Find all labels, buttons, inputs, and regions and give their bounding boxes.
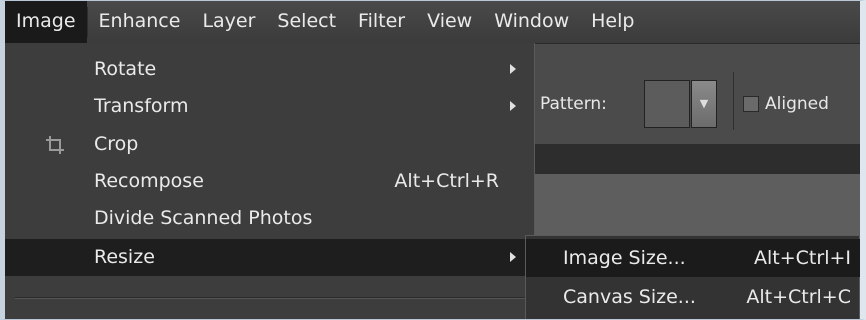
menu-enhance[interactable]: Enhance xyxy=(88,0,192,43)
pattern-swatch[interactable] xyxy=(644,80,690,128)
submenu-arrow-icon xyxy=(510,101,516,111)
menu-item-canvas-size[interactable]: Canvas Size... Alt+Ctrl+C xyxy=(526,278,861,316)
menu-select[interactable]: Select xyxy=(266,0,347,43)
aligned-label: Aligned xyxy=(765,94,829,114)
menu-item-label: Canvas Size... xyxy=(563,286,696,308)
options-divider xyxy=(733,72,734,130)
menu-separator xyxy=(15,297,525,299)
menu-item-label: Crop xyxy=(94,133,139,155)
menu-item-label: Rotate xyxy=(94,58,157,80)
menu-item-label: Resize xyxy=(94,246,155,268)
menu-item-label: Divide Scanned Photos xyxy=(94,207,313,229)
menu-filter[interactable]: Filter xyxy=(347,0,416,43)
shortcut-label: Alt+Ctrl+I xyxy=(754,247,851,269)
shortcut-label: Alt+Ctrl+R xyxy=(394,170,499,192)
submenu-arrow-icon xyxy=(510,64,516,74)
menu-item-divide-scanned-photos[interactable]: Divide Scanned Photos xyxy=(5,200,534,237)
image-menu-dropdown: Rotate Transform Crop Recompose Alt+Ctrl… xyxy=(5,43,535,320)
pattern-label: Pattern: xyxy=(540,94,607,114)
menu-item-label: Recompose xyxy=(94,170,204,192)
tool-options-bar: Pattern: ▼ Aligned xyxy=(535,44,860,144)
menu-item-label: Transform xyxy=(94,95,189,117)
menu-image[interactable]: Image xyxy=(5,0,87,43)
menu-item-recompose[interactable]: Recompose Alt+Ctrl+R xyxy=(5,163,534,200)
menu-layer[interactable]: Layer xyxy=(191,0,266,43)
aligned-checkbox[interactable] xyxy=(743,96,759,112)
chevron-down-icon[interactable]: ▼ xyxy=(691,80,717,128)
menu-item-crop[interactable]: Crop xyxy=(5,126,534,163)
resize-submenu: Image Size... Alt+Ctrl+I Canvas Size... … xyxy=(525,235,861,320)
menu-help[interactable]: Help xyxy=(580,0,645,43)
menu-item-transform[interactable]: Transform xyxy=(5,88,534,125)
menu-window[interactable]: Window xyxy=(483,0,580,43)
menu-bar: Image Enhance Layer Select Filter View W… xyxy=(5,0,860,44)
crop-icon xyxy=(45,126,65,168)
menu-item-rotate[interactable]: Rotate xyxy=(5,51,534,88)
submenu-arrow-icon xyxy=(510,252,516,262)
shortcut-label: Alt+Ctrl+C xyxy=(746,286,851,308)
panel-strip xyxy=(535,144,860,174)
menu-item-label: Image Size... xyxy=(563,247,686,269)
menu-item-image-size[interactable]: Image Size... Alt+Ctrl+I xyxy=(526,239,861,277)
menu-view[interactable]: View xyxy=(416,0,483,43)
menu-item-resize[interactable]: Resize xyxy=(5,239,534,276)
